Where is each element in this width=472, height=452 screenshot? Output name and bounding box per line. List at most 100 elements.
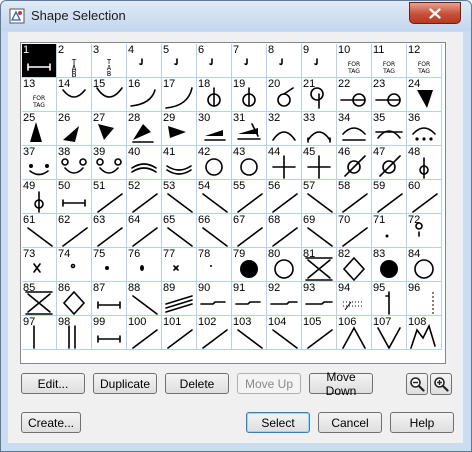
shape-cell[interactable]: 107 — [372, 316, 407, 350]
shape-cell[interactable]: 42 — [197, 146, 232, 180]
shape-cell[interactable]: 56 — [267, 180, 302, 214]
shape-cell[interactable]: 96 — [407, 282, 442, 316]
shape-cell[interactable]: 25 — [22, 112, 57, 146]
shape-cell[interactable]: 64 — [127, 214, 162, 248]
shape-cell[interactable]: 101 — [162, 316, 197, 350]
shape-cell[interactable]: 35 — [372, 112, 407, 146]
shape-cell[interactable]: 4 — [127, 44, 162, 78]
shape-cell[interactable]: 20 — [267, 78, 302, 112]
shape-cell[interactable]: 91 — [232, 282, 267, 316]
shape-cell[interactable]: 26 — [57, 112, 92, 146]
shape-cell[interactable]: 28 — [127, 112, 162, 146]
shape-cell[interactable]: 99 — [92, 316, 127, 350]
shape-cell[interactable]: 41 — [162, 146, 197, 180]
shape-cell[interactable]: 84 — [407, 248, 442, 282]
shape-cell[interactable]: 86 — [57, 282, 92, 316]
shape-cell[interactable]: 76 — [127, 248, 162, 282]
shape-cell[interactable]: 18 — [197, 78, 232, 112]
shape-cell[interactable]: 65 — [162, 214, 197, 248]
shape-cell[interactable]: 95 — [372, 282, 407, 316]
shape-cell[interactable]: 77 — [162, 248, 197, 282]
close-button[interactable] — [409, 2, 461, 24]
shape-cell[interactable]: 68 — [267, 214, 302, 248]
duplicate-button[interactable]: Duplicate — [93, 373, 157, 394]
shape-cell[interactable]: 105 — [302, 316, 337, 350]
shape-cell[interactable]: 3TAB — [92, 44, 127, 78]
shape-cell[interactable]: 11 FOR TAG — [372, 44, 407, 78]
shape-cell[interactable]: 55 — [232, 180, 267, 214]
shape-cell[interactable]: 40 — [127, 146, 162, 180]
cancel-button[interactable]: Cancel — [318, 412, 382, 433]
shape-cell[interactable]: 82 — [337, 248, 372, 282]
shape-cell[interactable]: 92 — [267, 282, 302, 316]
shape-cell[interactable]: 103 — [232, 316, 267, 350]
shape-cell[interactable]: 80 — [267, 248, 302, 282]
shape-cell[interactable]: 72 — [407, 214, 442, 248]
shape-cell[interactable]: 37 — [22, 146, 57, 180]
shape-cell[interactable]: 93 — [302, 282, 337, 316]
shape-cell[interactable]: 19 — [232, 78, 267, 112]
shape-cell[interactable]: 5 — [162, 44, 197, 78]
shape-cell[interactable]: 57 — [302, 180, 337, 214]
shape-cell[interactable]: 24 — [407, 78, 442, 112]
shape-cell[interactable]: 39 — [92, 146, 127, 180]
shape-cell[interactable]: 36 — [407, 112, 442, 146]
shape-cell[interactable]: 70 — [337, 214, 372, 248]
shape-cell[interactable]: 61 — [22, 214, 57, 248]
shape-cell[interactable]: 73 — [22, 248, 57, 282]
shape-cell[interactable]: 2TAB — [57, 44, 92, 78]
title-bar[interactable]: Shape Selection — [1, 1, 471, 31]
shape-cell[interactable]: 15 — [92, 78, 127, 112]
shape-cell[interactable]: 16 — [127, 78, 162, 112]
shape-cell[interactable]: 98 — [57, 316, 92, 350]
shape-cell[interactable]: 97 — [22, 316, 57, 350]
shape-cell[interactable]: 9 — [302, 44, 337, 78]
shape-cell[interactable]: 88 — [127, 282, 162, 316]
shape-cell[interactable]: 27 — [92, 112, 127, 146]
shape-cell[interactable]: 52 — [127, 180, 162, 214]
shape-cell[interactable]: 54 — [197, 180, 232, 214]
shape-cell[interactable]: 59 — [372, 180, 407, 214]
shape-cell[interactable]: 75 — [92, 248, 127, 282]
move-down-button[interactable]: Move Down — [309, 370, 373, 398]
shape-cell[interactable]: 102 — [197, 316, 232, 350]
shape-cell[interactable]: 23 — [372, 78, 407, 112]
shape-cell[interactable]: 10 FOR TAG — [337, 44, 372, 78]
shape-cell[interactable]: 62 — [57, 214, 92, 248]
shape-cell[interactable]: 53 — [162, 180, 197, 214]
shape-cell[interactable]: 22 — [337, 78, 372, 112]
shape-cell[interactable]: 100 — [127, 316, 162, 350]
shape-cell[interactable]: 46 — [337, 146, 372, 180]
shape-cell[interactable]: 89 — [162, 282, 197, 316]
shape-cell[interactable]: 6 — [197, 44, 232, 78]
shape-cell[interactable]: 69 — [302, 214, 337, 248]
shape-cell[interactable]: 30 — [197, 112, 232, 146]
shape-cell[interactable]: 33 — [302, 112, 337, 146]
shape-cell[interactable]: 14 — [57, 78, 92, 112]
shape-cell[interactable]: 67 — [232, 214, 267, 248]
shape-cell[interactable]: 45 — [302, 146, 337, 180]
shape-cell[interactable]: 48 — [407, 146, 442, 180]
shape-cell[interactable]: 106 — [337, 316, 372, 350]
shape-cell[interactable]: 83 — [372, 248, 407, 282]
shape-cell[interactable]: 104 — [267, 316, 302, 350]
zoom-out-button[interactable] — [406, 373, 428, 395]
shape-cell[interactable]: 44 — [267, 146, 302, 180]
shape-cell[interactable]: 66 — [197, 214, 232, 248]
move-up-button[interactable]: Move Up — [237, 373, 301, 394]
shape-cell[interactable]: 1 — [22, 44, 57, 78]
shape-cell[interactable]: 8 — [267, 44, 302, 78]
shape-cell[interactable]: 34 — [337, 112, 372, 146]
shape-cell[interactable]: 38 — [57, 146, 92, 180]
shape-cell[interactable]: 13 FOR TAG — [22, 78, 57, 112]
shape-cell[interactable]: 21 — [302, 78, 337, 112]
shape-cell[interactable]: 47 — [372, 146, 407, 180]
shape-cell[interactable]: 78 — [197, 248, 232, 282]
shape-cell[interactable]: 17 — [162, 78, 197, 112]
create-button[interactable]: Create... — [21, 412, 81, 433]
shape-cell[interactable]: 94 — [337, 282, 372, 316]
shape-cell[interactable]: 87 — [92, 282, 127, 316]
shape-cell[interactable]: 79 — [232, 248, 267, 282]
shape-cell[interactable]: 29 — [162, 112, 197, 146]
shape-cell[interactable]: 90 — [197, 282, 232, 316]
